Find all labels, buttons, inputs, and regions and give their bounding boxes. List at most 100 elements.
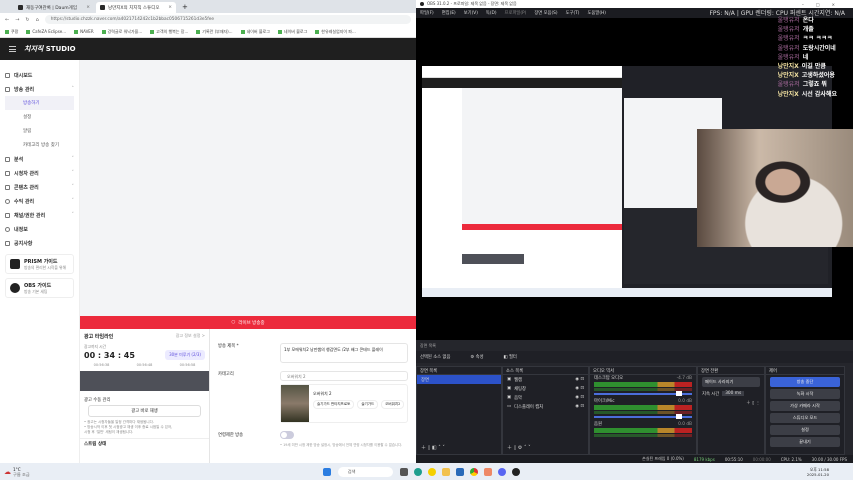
- close-icon[interactable]: ×: [168, 5, 172, 10]
- explorer-icon[interactable]: [441, 467, 450, 476]
- back-icon[interactable]: ←: [5, 17, 9, 23]
- menu-scene-collection[interactable]: 장면 모음(S): [534, 10, 557, 16]
- menu-file[interactable]: 파일(F): [420, 10, 434, 16]
- chrome-icon[interactable]: [469, 467, 478, 476]
- new-tab-icon[interactable]: +: [182, 3, 188, 11]
- duration-input[interactable]: 300 ms: [722, 391, 745, 396]
- rec-time: 00:00:00: [752, 456, 771, 462]
- source-item[interactable]: ▣ 채팅창 ◉ ⊡: [503, 384, 588, 393]
- channel-db: -4.7 dB: [676, 375, 692, 381]
- source-item[interactable]: ▭ 디스플레이 캡처 ◉ ⊡: [503, 402, 588, 411]
- settings-button[interactable]: 설정: [770, 425, 840, 435]
- ad-timeline[interactable]: [80, 371, 209, 391]
- sidebar-item-dashboard[interactable]: 대시보드: [5, 68, 74, 82]
- bookmark[interactable]: CafeZA Eclipse...: [26, 29, 66, 34]
- sidebar-item-viewers[interactable]: 시청자 관리 ˅: [5, 166, 74, 180]
- stop-streaming-button[interactable]: 방송 중단: [770, 377, 840, 387]
- close-icon[interactable]: ×: [86, 5, 90, 10]
- exit-button[interactable]: 끝내기: [770, 437, 840, 447]
- scene-selector[interactable]: 장면 목록: [416, 340, 853, 351]
- bookmark[interactable]: 강력글로 워낙가을...: [102, 29, 143, 35]
- title-input[interactable]: 1부 모에워치2 낭만쌤의 챙갑면도 /2부 배그 콘테드 플레이: [280, 343, 408, 363]
- menu-profile[interactable]: 프로파일(P): [505, 10, 527, 16]
- source-toolbar[interactable]: ＋ ▯ ⚙ ˄ ˅: [507, 444, 531, 451]
- bookmark[interactable]: 네이버 블로그: [241, 29, 270, 35]
- sidebar-item-broadcast[interactable]: 방송 관리 ˄: [5, 82, 74, 96]
- play-ad-button[interactable]: 광고 바로 재생: [88, 405, 201, 417]
- bookmark[interactable]: 쿠팡: [5, 29, 18, 35]
- bookmark[interactable]: 기록란 (부재자)...: [196, 29, 232, 35]
- volume-slider[interactable]: [594, 391, 692, 396]
- discord-icon[interactable]: [497, 467, 506, 476]
- reload-icon[interactable]: ↻: [25, 17, 29, 23]
- chat-message: 도랑시간이네: [802, 44, 836, 52]
- visibility-icon[interactable]: ◉ ⊡: [575, 404, 584, 409]
- logo[interactable]: 치지직 STUDIO: [24, 44, 76, 54]
- sidebar-item-myinfo[interactable]: 내정보: [5, 222, 74, 236]
- start-icon[interactable]: [322, 467, 331, 476]
- chat-message: 그렇죠 뭐: [802, 81, 827, 89]
- menu-tools[interactable]: 도구(T): [566, 10, 580, 16]
- bookmark[interactable]: 고객의 행복는 장...: [150, 29, 188, 35]
- taskbar-search[interactable]: 검색: [337, 466, 393, 477]
- sidebar-sub-settings[interactable]: 설정: [5, 110, 74, 124]
- home-icon[interactable]: ⌂: [36, 17, 39, 23]
- browser-tab-active[interactable]: 낭만지X의 치지직 스튜디오 ×: [96, 2, 176, 13]
- browser-tab[interactable]: 재동구여관록 | Daum게임 ×: [14, 2, 94, 13]
- sidebar-item-content[interactable]: 콘텐츠 관리 ˅: [5, 180, 74, 194]
- visibility-icon[interactable]: ◉ ⊡: [575, 377, 584, 382]
- bookmark[interactable]: NAVER: [74, 29, 94, 34]
- kakaotalk-icon[interactable]: [427, 467, 436, 476]
- bookmark[interactable]: 네이버 블로그: [278, 29, 307, 35]
- menu-icon[interactable]: [9, 46, 16, 52]
- obs-preview-canvas[interactable]: FPS: N/A | GPU 렌더링: CPU 퍼센트 시간지연: N/A 울탱…: [416, 10, 853, 340]
- menu-docks[interactable]: 독(D): [486, 10, 497, 16]
- start-virtual-camera-button[interactable]: 가상 카메라 시작: [770, 401, 840, 411]
- bookmark[interactable]: 한유레실업지이 파...: [315, 29, 356, 35]
- category-input[interactable]: 오버워치 2: [280, 371, 408, 381]
- url-input[interactable]: https://studio.chzzk.naver.com/a40217142…: [44, 15, 411, 24]
- sidebar-item-notice[interactable]: 공지사항: [5, 236, 74, 250]
- filters-button[interactable]: ◧ 필터: [504, 354, 517, 360]
- ad-settings-link[interactable]: 광고 정보 설정 >: [176, 333, 205, 340]
- menu-edit[interactable]: 편집(E): [442, 10, 456, 16]
- obs-guide-card[interactable]: OBS 가이드 방송 기본 세팅: [5, 278, 74, 298]
- app-icon[interactable]: [483, 467, 492, 476]
- transition-toolbar[interactable]: ＋ ▯ ⋮: [698, 398, 764, 407]
- visibility-icon[interactable]: ◉ ⊡: [575, 386, 584, 391]
- guide-sub: 방송의 편리한 시작을 위해: [24, 264, 67, 270]
- menu-help[interactable]: 도움말(H): [587, 10, 605, 16]
- properties-button[interactable]: ⚙ 속성: [470, 354, 483, 360]
- forward-icon[interactable]: →: [15, 17, 19, 23]
- sidebar-item-channel[interactable]: 채널/권한 관리 ˅: [5, 208, 74, 222]
- source-item[interactable]: ▣ 웹캠 ◉ ⊡: [503, 375, 588, 384]
- sidebar-sub-live[interactable]: 방송하기: [5, 96, 74, 110]
- window-title: OBS 31.0.2 - 프로파일: 제목 없음 - 장면: 제목 없음: [427, 1, 517, 6]
- coin-icon: [5, 198, 10, 204]
- transition-select[interactable]: 페이드 사라지기: [702, 377, 760, 387]
- store-icon[interactable]: [455, 467, 464, 476]
- adult-toggle[interactable]: [280, 431, 294, 439]
- sidebar-sub-category[interactable]: 카테고리 방송 찾기: [5, 138, 74, 152]
- scene-toolbar[interactable]: ＋ ▯ ◧ ˄ ˅: [421, 444, 445, 451]
- chat-username: 울탱유저: [777, 35, 800, 43]
- visibility-icon[interactable]: ◉ ⊡: [575, 395, 584, 400]
- sidebar-sub-alerts[interactable]: 알림: [5, 124, 74, 138]
- obs-taskbar-icon[interactable]: [511, 467, 520, 476]
- source-item[interactable]: ▣ 음악 ◉ ⊡: [503, 393, 588, 402]
- volume-slider[interactable]: [594, 414, 692, 419]
- edge-icon[interactable]: [413, 467, 422, 476]
- live-dot-icon: ○: [231, 320, 236, 325]
- start-recording-button[interactable]: 녹화 시작: [770, 389, 840, 399]
- postpone-ad-button[interactable]: 30분 미루기 (2/3): [165, 350, 205, 360]
- task-view-icon[interactable]: [399, 467, 408, 476]
- studio-mode-button[interactable]: 스튜디오 모드: [770, 413, 840, 423]
- favicon-icon: [100, 5, 105, 10]
- window-controls[interactable]: –□×: [802, 2, 847, 7]
- source-label: 음악: [514, 395, 522, 401]
- scene-item[interactable]: 장면: [417, 375, 501, 384]
- sidebar-item-revenue[interactable]: 수익 관리 ˅: [5, 194, 74, 208]
- prism-guide-card[interactable]: PRISM 가이드 방송의 편리한 시작을 위해: [5, 254, 74, 274]
- sidebar-item-analytics[interactable]: 분석 ˅: [5, 152, 74, 166]
- menu-view[interactable]: 보기(V): [464, 10, 478, 16]
